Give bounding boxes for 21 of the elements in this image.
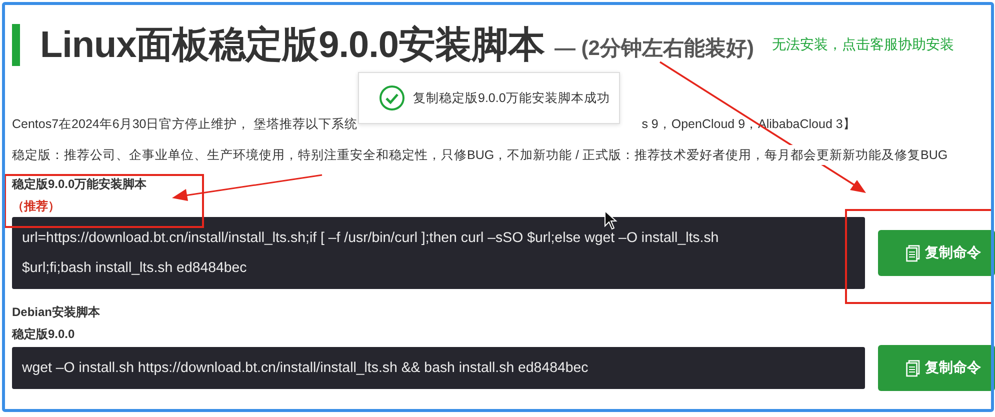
document-icon [906,360,920,376]
notice-text: s 9，OpenCloud 9，AlibabaCloud 3】 [642,116,856,132]
toast-message: 复制稳定版9.0.0万能安装脚本成功 [413,90,610,106]
page-subtitle: — (2分钟左右能装好) [554,36,754,62]
section-heading: 稳定版9.0.0万能安装脚本 [12,176,147,193]
recommended-tag: （推荐） [12,195,60,217]
cursor-icon [604,210,618,230]
support-link[interactable]: 无法安装，点击客服协助安装 [772,36,954,54]
title-accent-bar [12,24,20,66]
command-text: wget –O install.sh https://download.bt.cn/install/install_lts.sh && bash install.sh ed8484bec [22,359,590,378]
description-text: 稳定版：推荐公司、企事业单位、生产环境使用，特别注重安全和稳定性，只修BUG，不加新功能 / 正式版：推荐技术爱好者使用，每月都会更新新功能及修复BUG [12,145,948,165]
check-circle-icon [379,85,405,111]
copy-command-button[interactable]: 复制命令 [878,345,995,391]
version-label: 稳定版9.0.0 [12,326,75,343]
command-text: $url;fi;bash install_lts.sh ed8484bec [22,259,248,278]
document-icon [906,244,920,262]
copy-command-button[interactable]: 复制命令 [878,230,995,276]
notice-text: Centos7在2024年6月30日官方停止维护， 堡塔推荐以下系统 [12,116,358,132]
page-title: Linux面板稳定版9.0.0安装脚本 [40,23,544,67]
command-text: url=https://download.bt.cn/install/install_lts.sh;if [ –f /usr/bin/curl ];then curl –sSO $url;else wget –O install_lts.sh [22,229,720,248]
section-heading: Debian安装脚本 [12,304,100,321]
